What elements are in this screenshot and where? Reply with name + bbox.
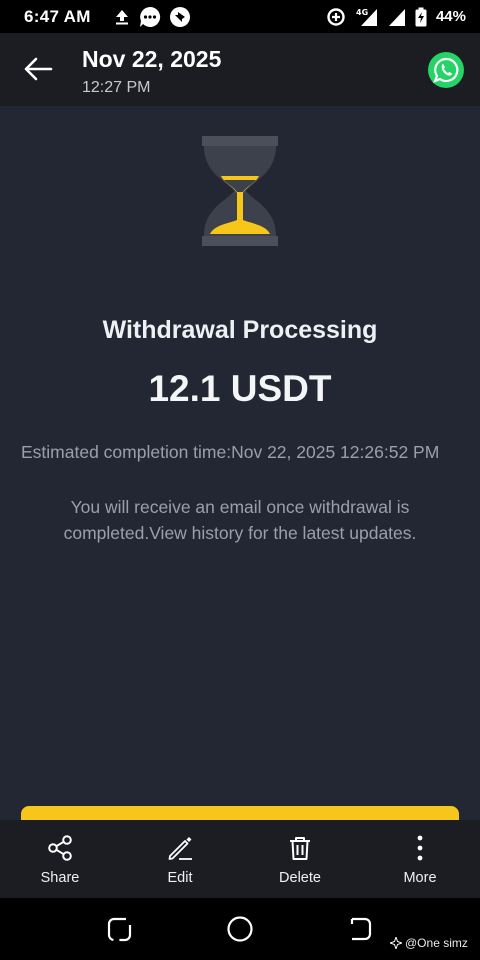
share-icon	[48, 835, 72, 861]
data-saver-icon	[327, 7, 345, 26]
more-button[interactable]: More	[375, 834, 465, 886]
messenger-icon	[169, 6, 190, 27]
system-status: 4G 44%	[326, 7, 466, 27]
back-nav-icon	[350, 917, 372, 941]
watermark: @One simz	[390, 936, 468, 950]
delete-label: Delete	[279, 870, 321, 886]
arrow-left-icon	[24, 57, 53, 81]
home-button[interactable]	[225, 914, 255, 944]
more-label: More	[403, 870, 437, 886]
home-circle-icon	[227, 916, 253, 942]
estimated-completion: Estimated completion time:Nov 22, 2025 1…	[21, 442, 440, 462]
recents-button[interactable]	[105, 914, 135, 944]
status-time: 6:47 AM	[24, 6, 91, 26]
battery-percent: 44%	[435, 8, 466, 25]
email-notice: You will receive an email once withdrawa…	[63, 497, 417, 543]
withdrawal-status-panel: Withdrawal Processing 12.1 USDT Estimate…	[0, 106, 480, 836]
status-title: Withdrawal Processing	[102, 316, 378, 344]
recents-icon	[107, 917, 132, 942]
network-type-label: 4G	[356, 8, 368, 17]
signal-icon	[388, 8, 405, 26]
share-label: Share	[40, 870, 80, 886]
system-navigation-bar: @One simz	[0, 898, 480, 960]
watermark-text: @One simz	[405, 936, 468, 950]
delete-button[interactable]: Delete	[255, 834, 345, 886]
signal-4g-icon: 4G	[356, 8, 377, 26]
withdrawal-amount: 12.1 USDT	[148, 368, 332, 409]
chat-icon	[139, 6, 160, 27]
more-vertical-icon	[417, 835, 423, 861]
back-nav-button[interactable]	[345, 914, 375, 944]
share-button[interactable]: Share	[15, 834, 105, 886]
back-button[interactable]	[20, 51, 56, 87]
whatsapp-button[interactable]	[428, 52, 464, 88]
edit-button[interactable]: Edit	[135, 834, 225, 886]
whatsapp-icon	[433, 57, 459, 83]
header-time: 12:27 PM	[82, 79, 151, 96]
upload-icon	[115, 9, 128, 24]
app-header: Nov 22, 2025 12:27 PM	[0, 33, 480, 106]
hourglass-icon	[202, 136, 278, 246]
trash-icon	[290, 837, 310, 860]
edit-icon	[168, 837, 192, 860]
status-bar: 6:47 AM 4G 44%	[0, 0, 480, 33]
bottom-toolbar: Share Edit Delete More	[0, 820, 480, 898]
header-date: Nov 22, 2025	[82, 46, 222, 72]
sparkle-icon	[390, 937, 402, 949]
battery-charging-icon	[415, 7, 427, 26]
edit-label: Edit	[167, 870, 193, 886]
notification-icons	[113, 6, 191, 28]
